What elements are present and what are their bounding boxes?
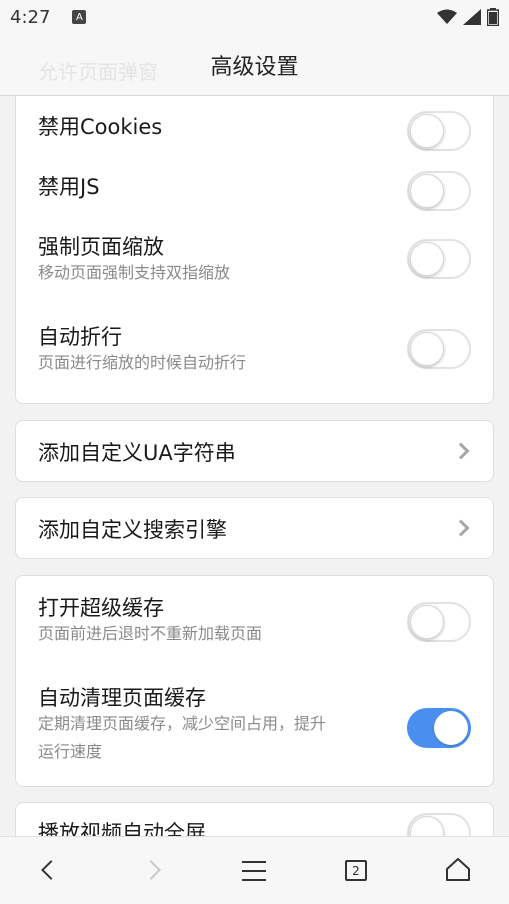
- add-custom-search-engine-item[interactable]: 添加自定义搜索引擎: [15, 497, 494, 559]
- setting-subtitle-line1: 定期清理页面缓存，减少空间占用，提升: [38, 714, 327, 733]
- custom-ua-label: 添加自定义UA字符串: [38, 441, 236, 465]
- setting-subtitle: 页面前进后退时不重新加载页面: [38, 624, 263, 643]
- setting-row-super-cache[interactable]: 打开超级缓存 页面前进后退时不重新加载页面: [16, 576, 493, 668]
- setting-title: 打开超级缓存: [38, 596, 164, 620]
- menu-button[interactable]: [224, 837, 284, 904]
- battery-icon: [487, 8, 499, 26]
- menu-icon: [242, 861, 266, 881]
- auto-wrap-toggle[interactable]: [407, 329, 471, 369]
- settings-list[interactable]: 禁用Cookies 禁用JS 强制页面缩放 移动页面强制支持双指缩放 自动折行 …: [0, 96, 509, 836]
- chevron-right-icon: [141, 860, 161, 880]
- home-icon: [446, 858, 470, 881]
- toggle-knob: [410, 242, 444, 276]
- toggle-knob: [410, 114, 444, 148]
- super-cache-toggle[interactable]: [407, 602, 471, 642]
- home-button[interactable]: [428, 837, 488, 904]
- setting-title: 禁用JS: [38, 175, 100, 199]
- settings-card-video: 播放视频自动全屏: [15, 802, 494, 836]
- status-icons: [437, 8, 499, 26]
- tabs-button[interactable]: 2: [326, 837, 386, 904]
- setting-title: 自动清理页面缓存: [38, 686, 206, 710]
- setting-row-auto-clean-cache[interactable]: 自动清理页面缓存 定期清理页面缓存，减少空间占用，提升 运行速度: [16, 668, 493, 786]
- custom-search-engine-label: 添加自定义搜索引擎: [38, 518, 227, 542]
- chevron-right-icon: [452, 442, 470, 460]
- setting-row-disable-js[interactable]: 禁用JS: [16, 157, 493, 217]
- title-bar: 允许页面弹窗 高级设置: [0, 34, 509, 96]
- status-bar: 4:27 A: [0, 0, 509, 34]
- setting-title: 自动折行: [38, 325, 122, 349]
- notification-icon: A: [72, 10, 87, 24]
- toggle-knob: [410, 174, 444, 208]
- settings-card-cache: 打开超级缓存 页面前进后退时不重新加载页面 自动清理页面缓存 定期清理页面缓存，…: [15, 575, 494, 787]
- chevron-right-icon: [452, 519, 470, 537]
- bottom-nav-bar: 2: [0, 836, 509, 904]
- forward-button[interactable]: [124, 837, 184, 904]
- toggle-knob: [410, 816, 444, 836]
- force-zoom-toggle[interactable]: [407, 239, 471, 279]
- toggle-knob: [434, 711, 468, 745]
- setting-title: 播放视频自动全屏: [38, 821, 206, 836]
- setting-subtitle: 页面进行缩放的时候自动折行: [38, 353, 247, 372]
- setting-subtitle: 移动页面强制支持双指缩放: [38, 263, 231, 282]
- title-ghost-text: 允许页面弹窗: [38, 60, 158, 84]
- page-title: 高级设置: [210, 54, 299, 80]
- toggle-knob: [410, 605, 444, 639]
- setting-row-disable-cookies[interactable]: 禁用Cookies: [16, 97, 493, 157]
- disable-js-toggle[interactable]: [407, 171, 471, 211]
- chevron-left-icon: [41, 860, 61, 880]
- add-custom-ua-item[interactable]: 添加自定义UA字符串: [15, 420, 494, 482]
- auto-clean-cache-toggle[interactable]: [407, 708, 471, 748]
- setting-row-force-zoom[interactable]: 强制页面缩放 移动页面强制支持双指缩放: [16, 217, 493, 307]
- toggle-knob: [410, 332, 444, 366]
- back-button[interactable]: [18, 837, 78, 904]
- settings-card-privacy: 禁用Cookies 禁用JS 强制页面缩放 移动页面强制支持双指缩放 自动折行 …: [15, 96, 494, 404]
- signal-icon: [463, 9, 481, 25]
- status-time: 4:27: [10, 6, 51, 28]
- setting-title: 强制页面缩放: [38, 235, 164, 259]
- setting-subtitle-line2: 运行速度: [38, 742, 103, 761]
- setting-title: 禁用Cookies: [38, 115, 163, 139]
- disable-cookies-toggle[interactable]: [407, 111, 471, 151]
- tabs-count-icon: 2: [345, 860, 367, 881]
- setting-row-video-fullscreen[interactable]: 播放视频自动全屏: [16, 803, 493, 836]
- setting-row-auto-wrap[interactable]: 自动折行 页面进行缩放的时候自动折行: [16, 307, 493, 399]
- video-fullscreen-toggle[interactable]: [407, 813, 471, 836]
- wifi-icon: [437, 9, 457, 24]
